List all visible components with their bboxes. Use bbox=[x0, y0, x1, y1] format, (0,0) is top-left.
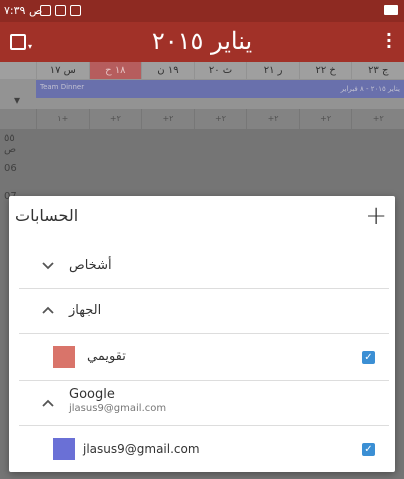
section-label: الجهاز bbox=[69, 303, 102, 318]
calendar-item-google[interactable]: jlasus9@gmail.com ✓ bbox=[9, 426, 395, 472]
page-title[interactable]: يناير ٢٠١٥ bbox=[0, 27, 404, 55]
accounts-dialog: الحسابات + أشخاص الجهاز تقويمي ✓ Google … bbox=[9, 196, 395, 472]
section-label: Google bbox=[69, 387, 115, 402]
section-device[interactable]: الجهاز bbox=[9, 289, 395, 333]
account-email: jlasus9@gmail.com bbox=[69, 403, 167, 414]
battery-icon bbox=[384, 5, 398, 15]
calendar-color-swatch[interactable] bbox=[53, 438, 75, 460]
dialog-title: الحسابات bbox=[15, 206, 79, 225]
app-bar: ▾ يناير ٢٠١٥ · · · bbox=[0, 22, 404, 62]
section-label: أشخاص bbox=[69, 258, 112, 273]
section-google[interactable]: Google jlasus9@gmail.com bbox=[9, 381, 395, 425]
wifi-icon bbox=[70, 5, 81, 16]
section-people[interactable]: أشخاص bbox=[9, 244, 395, 288]
status-bar: ۷:۳۹ ص bbox=[0, 0, 404, 22]
dialog-header: الحسابات + bbox=[9, 196, 395, 238]
checkbox-checked[interactable]: ✓ bbox=[362, 351, 375, 364]
overflow-menu-icon[interactable]: · · · bbox=[386, 27, 392, 55]
add-account-button[interactable]: + bbox=[365, 201, 387, 231]
calendar-item-my-calendar[interactable]: تقويمي ✓ bbox=[9, 334, 395, 380]
status-time: ۷:۳۹ ص bbox=[4, 4, 43, 17]
notification-icon bbox=[40, 5, 51, 16]
calendar-label: تقويمي bbox=[87, 349, 126, 364]
calendar-color-swatch[interactable] bbox=[53, 346, 75, 368]
chevron-down-icon bbox=[42, 262, 54, 270]
checkbox-checked[interactable]: ✓ bbox=[362, 443, 375, 456]
chevron-up-icon bbox=[42, 399, 54, 407]
status-icons bbox=[40, 5, 81, 16]
signal-icon bbox=[55, 5, 66, 16]
chevron-up-icon bbox=[42, 306, 54, 314]
calendar-label: jlasus9@gmail.com bbox=[83, 442, 200, 456]
